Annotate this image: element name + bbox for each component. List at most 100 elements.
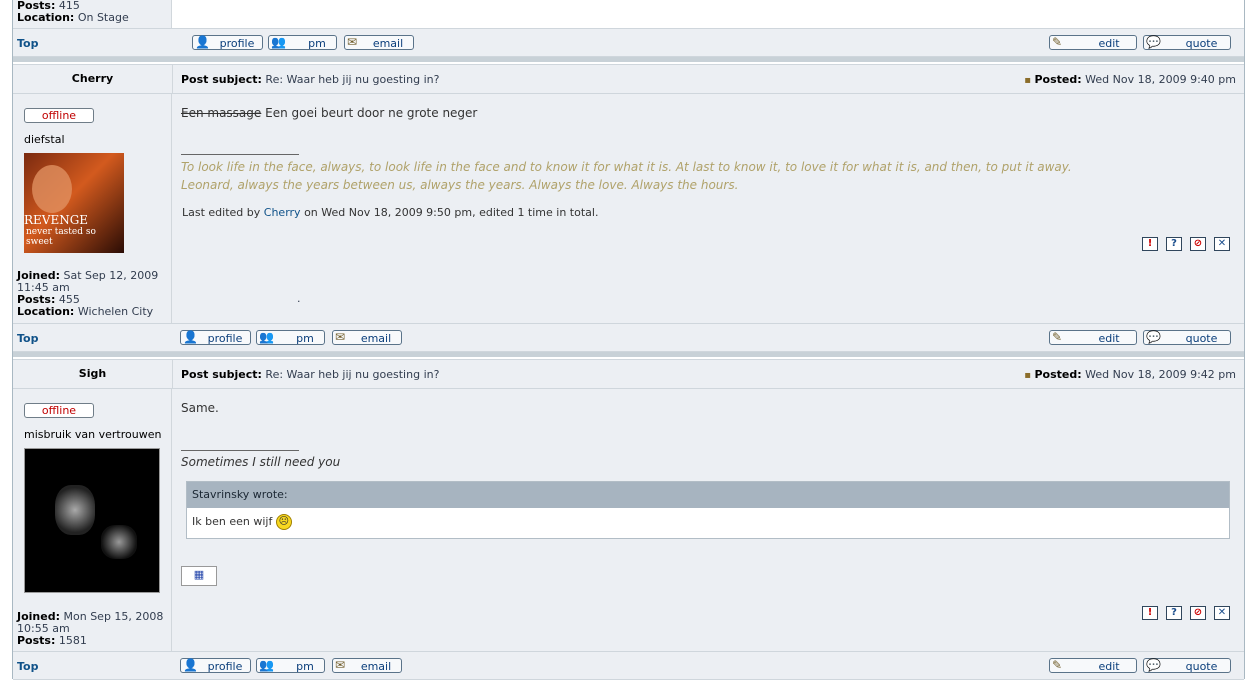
post2-footer: Top 👤 profile 👥 pm ✉ email ✎ edit 💬 quote xyxy=(13,651,1244,680)
post1-avatar: REVENGE never tasted so sweet xyxy=(24,153,124,253)
profile-icon: 👤 xyxy=(195,35,210,49)
post2-top-link[interactable]: Top xyxy=(17,660,38,673)
post1-body-column: Een massage Een goei beurt door ne grote… xyxy=(172,94,1244,323)
post1-edited-prefix: Last edited by xyxy=(182,206,261,219)
post2-edit-button[interactable]: ✎ edit xyxy=(1049,658,1137,673)
post2-posts: 1581 xyxy=(58,634,87,647)
post1-row: offline diefstal REVENGE never tasted so… xyxy=(13,94,1244,323)
quote-text: Ik ben een wijf xyxy=(192,515,273,528)
delete-icon[interactable]: ✕ xyxy=(1214,237,1230,251)
prev-post-footer: Top 👤 profile 👥 pm ✉ email ✎ edit 💬 quote xyxy=(13,28,1244,57)
quote-icon: 💬 xyxy=(1146,330,1161,344)
report-icon[interactable]: ! xyxy=(1142,237,1158,251)
post2-avatar xyxy=(24,448,160,593)
post2-rank: misbruik van vertrouwen xyxy=(24,428,162,441)
attachment-icon[interactable]: ▦ xyxy=(181,566,217,586)
profile-icon: 👤 xyxy=(183,330,198,344)
post1-avatar-text1: REVENGE xyxy=(24,213,89,227)
separator xyxy=(13,57,1244,62)
post2-posts-label: Posts: xyxy=(17,634,56,647)
report-icon[interactable]: ! xyxy=(1142,606,1158,620)
pm-icon: 👥 xyxy=(259,330,274,344)
delete-icon[interactable]: ✕ xyxy=(1214,606,1230,620)
post2-signature: Sometimes I still need you xyxy=(181,455,341,469)
post1-profile-column: offline diefstal REVENGE never tasted so… xyxy=(13,94,172,323)
info-icon[interactable]: ? xyxy=(1166,606,1182,620)
prev-email-button[interactable]: ✉ email xyxy=(344,35,414,50)
edit-icon: ✎ xyxy=(1052,35,1063,49)
warn-icon[interactable]: ⊘ xyxy=(1190,606,1206,620)
edit-icon: ✎ xyxy=(1052,658,1063,672)
edit-icon: ✎ xyxy=(1052,330,1063,344)
prev-profile-column: Posts: 415 Location: On Stage xyxy=(13,0,172,28)
quote-author: Stavrinsky wrote: xyxy=(187,482,1229,508)
info-icon[interactable]: ? xyxy=(1166,237,1182,251)
post1-quote-button[interactable]: 💬 quote xyxy=(1143,330,1231,345)
separator xyxy=(13,352,1244,357)
post1-rank: diefstal xyxy=(24,133,65,146)
post1-email-button[interactable]: ✉ email xyxy=(332,330,402,345)
prev-pm-button[interactable]: 👥 pm xyxy=(268,35,337,50)
post1-struck-text: Een massage xyxy=(181,106,262,120)
post1-edit-button[interactable]: ✎ edit xyxy=(1049,330,1137,345)
pm-icon: 👥 xyxy=(259,658,274,672)
post2-author[interactable]: Sigh xyxy=(13,360,173,388)
post2-pm-button[interactable]: 👥 pm xyxy=(256,658,325,673)
post2-profile-button[interactable]: 👤 profile xyxy=(180,658,251,673)
post1-edited-user[interactable]: Cherry xyxy=(264,206,301,219)
post1-top-link[interactable]: Top xyxy=(17,332,38,345)
email-icon: ✉ xyxy=(347,35,358,49)
post-icon[interactable]: ▪ xyxy=(1024,75,1031,86)
prev-quote-button[interactable]: 💬 quote xyxy=(1143,35,1231,50)
signature-divider xyxy=(181,154,299,155)
prev-profile-button[interactable]: 👤 profile xyxy=(192,35,263,50)
post1-posted: Wed Nov 18, 2009 9:40 pm xyxy=(1085,73,1236,86)
post2-subject-label: Post subject: xyxy=(181,368,262,381)
quote-icon: 💬 xyxy=(1146,35,1161,49)
prev-location-value: On Stage xyxy=(77,11,129,24)
prev-body-column xyxy=(184,0,1244,28)
prev-edit-button[interactable]: ✎ edit xyxy=(1049,35,1137,50)
post2-quote-button[interactable]: 💬 quote xyxy=(1143,658,1231,673)
post1-location-label: Location: xyxy=(17,305,75,318)
quote-block: Stavrinsky wrote: Ik ben een wijf ☹ xyxy=(186,481,1230,539)
pm-icon: 👥 xyxy=(271,35,286,49)
quote-icon: 💬 xyxy=(1146,658,1161,672)
post-icon[interactable]: ▪ xyxy=(1024,370,1031,381)
post1-profile-button[interactable]: 👤 profile xyxy=(180,330,251,345)
post1-pm-button[interactable]: 👥 pm xyxy=(256,330,325,345)
warn-icon[interactable]: ⊘ xyxy=(1190,237,1206,251)
post2-email-button[interactable]: ✉ email xyxy=(332,658,402,673)
profile-icon: 👤 xyxy=(183,658,198,672)
post2-header: Sigh Post subject: Re: Waar heb jij nu g… xyxy=(13,359,1244,389)
post1-subject: Re: Waar heb jij nu goesting in? xyxy=(265,73,440,86)
post2-body-text: Same. xyxy=(181,401,219,415)
email-icon: ✉ xyxy=(335,330,346,344)
post1-dot: . xyxy=(297,292,301,305)
post2-posted-label: Posted: xyxy=(1034,368,1082,381)
post1-location: Wichelen City xyxy=(77,305,154,318)
post1-footer: Top 👤 profile 👥 pm ✉ email ✎ edit 💬 quote xyxy=(13,323,1244,352)
post1-posted-label: Posted: xyxy=(1034,73,1082,86)
post1-status-badge: offline xyxy=(24,108,94,123)
prev-top-link[interactable]: Top xyxy=(17,37,38,50)
post1-signature-line1: To look life in the face, always, to loo… xyxy=(181,160,1072,174)
post2-row: offline misbruik van vertrouwen Joined: … xyxy=(13,389,1244,651)
post1-author[interactable]: Cherry xyxy=(13,65,173,93)
post1-body-text: Een goei beurt door ne grote neger xyxy=(265,106,478,120)
post2-profile-column: offline misbruik van vertrouwen Joined: … xyxy=(13,389,172,651)
email-icon: ✉ xyxy=(335,658,346,672)
post2-posted: Wed Nov 18, 2009 9:42 pm xyxy=(1085,368,1236,381)
post1-avatar-text2: never tasted so sweet xyxy=(26,227,96,247)
post2-status-badge: offline xyxy=(24,403,94,418)
post1-header: Cherry Post subject: Re: Waar heb jij nu… xyxy=(13,64,1244,94)
prev-location-label: Location: xyxy=(17,11,75,24)
post1-subject-label: Post subject: xyxy=(181,73,262,86)
topic-frame: Posts: 415 Location: On Stage Top 👤 profi… xyxy=(12,0,1245,680)
prev-post-tail: Posts: 415 Location: On Stage xyxy=(13,0,1244,28)
sad-smiley-icon: ☹ xyxy=(275,514,292,530)
post1-edited-suffix: on Wed Nov 18, 2009 9:50 pm, edited 1 ti… xyxy=(304,206,599,219)
post2-subject: Re: Waar heb jij nu goesting in? xyxy=(265,368,440,381)
post1-signature-line2: Leonard, always the years between us, al… xyxy=(181,178,739,192)
post2-body-column: Same. Sometimes I still need you Stavrin… xyxy=(172,389,1244,651)
